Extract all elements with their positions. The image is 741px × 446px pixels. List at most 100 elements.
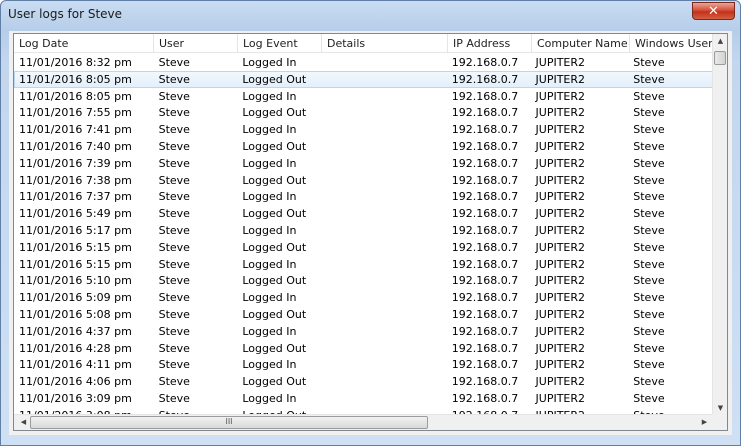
header-col-windows-username[interactable]: Windows Usernam (630, 34, 714, 53)
cell-log-event: Logged In (242, 324, 297, 338)
table-row[interactable]: 11/01/2016 5:08 pm Steve Logged Out 192.168… (14, 306, 714, 323)
cell-log-event: Logged Out (242, 274, 307, 288)
table-row[interactable]: 11/01/2016 4:37 pm Steve Logged In 192.168.… (14, 323, 714, 340)
table-row[interactable]: 11/01/2016 7:55 pm Steve Logged Out 192.168… (14, 104, 714, 121)
cell-details (322, 173, 448, 188)
table-row[interactable]: 11/01/2016 5:09 pm Steve Logged In 192.168.… (14, 289, 714, 306)
cell-user: Steve (158, 257, 190, 271)
cell-ip-address: 192.168.0.7 (451, 156, 519, 170)
table-row[interactable]: 11/01/2016 3:09 pm Steve Logged In 192.168.… (14, 390, 714, 407)
cell-log-date: 11/01/2016 7:41 pm (19, 123, 132, 137)
scroll-right-icon[interactable]: ▶ (697, 418, 712, 426)
table-row[interactable]: 11/01/2016 8:05 pm Steve Logged Out 192.168… (14, 70, 714, 88)
title-bar[interactable]: User logs for Steve ✕ (1, 1, 740, 27)
cell-details (322, 341, 448, 356)
cell-computer-name: JUPITER2 (535, 324, 586, 338)
vertical-scroll-thumb[interactable] (714, 51, 726, 65)
cell-user: Steve (158, 391, 190, 405)
cell-computer-name: JUPITER2 (535, 307, 586, 321)
cell-user: Steve (158, 324, 190, 338)
table-row[interactable]: 11/01/2016 7:41 pm Steve Logged In 192.168.… (14, 121, 714, 138)
header-col-ip-address[interactable]: IP Address (448, 34, 532, 53)
cell-details (322, 55, 448, 70)
cell-details (322, 273, 448, 288)
scroll-left-icon[interactable]: ◀ (16, 418, 31, 426)
cell-log-event: Logged Out (242, 139, 307, 153)
table-row[interactable]: 11/01/2016 5:49 pm Steve Logged Out 192.168… (14, 205, 714, 222)
cell-computer-name: JUPITER2 (535, 56, 586, 69)
cell-windows-username: Steve (633, 274, 665, 288)
cell-computer-name: JUPITER2 (535, 257, 586, 271)
cell-ip-address: 192.168.0.7 (451, 257, 519, 271)
header-col-computer-name[interactable]: Computer Name (532, 34, 630, 53)
header-col-details[interactable]: Details (322, 34, 448, 53)
cell-windows-username: Steve (633, 358, 665, 372)
table-row[interactable]: 11/01/2016 8:32 pm Steve Logged In 192.168.… (14, 54, 714, 71)
cell-log-date: 11/01/2016 5:10 pm (19, 274, 132, 288)
cell-log-date: 11/01/2016 7:39 pm (19, 156, 132, 170)
cell-log-event: Logged Out (242, 207, 307, 221)
cell-log-event: Logged Out (242, 106, 307, 120)
horizontal-scrollbar[interactable]: ◀ III ▶ (14, 414, 714, 430)
cell-log-date: 11/01/2016 5:15 pm (19, 240, 132, 254)
cell-user: Steve (158, 223, 190, 237)
cell-windows-username: Steve (633, 240, 665, 254)
vertical-scrollbar[interactable]: ▲ ▼ (712, 34, 727, 415)
cell-ip-address: 192.168.0.7 (451, 291, 519, 305)
cell-windows-username: Steve (633, 257, 665, 271)
cell-user: Steve (158, 156, 190, 170)
cell-windows-username: Steve (633, 123, 665, 137)
scroll-up-icon[interactable]: ▲ (713, 37, 727, 45)
cell-log-date: 11/01/2016 7:37 pm (19, 190, 132, 204)
table-row[interactable]: 11/01/2016 5:17 pm Steve Logged In 192.168.… (14, 222, 714, 239)
cell-log-date: 11/01/2016 5:49 pm (19, 207, 132, 221)
header-col-user[interactable]: User (154, 34, 238, 53)
cell-details (322, 156, 448, 171)
cell-user: Steve (158, 291, 190, 305)
cell-log-date: 11/01/2016 7:38 pm (19, 173, 132, 187)
cell-details (322, 240, 448, 255)
table-row[interactable]: 11/01/2016 5:10 pm Steve Logged Out 192.168… (14, 272, 714, 289)
cell-log-event: Logged In (242, 291, 297, 305)
scroll-down-icon[interactable]: ▼ (713, 404, 727, 412)
table-row[interactable]: 11/01/2016 5:15 pm Steve Logged Out 192.168… (14, 239, 714, 256)
cell-ip-address: 192.168.0.7 (451, 89, 519, 103)
header-col-log-date[interactable]: Log Date (14, 34, 154, 53)
cell-ip-address: 192.168.0.7 (451, 72, 519, 86)
close-button[interactable]: ✕ (692, 2, 735, 20)
cell-log-event: Logged In (242, 391, 297, 405)
user-logs-list[interactable]: Log Date User Log Event Details IP Address Co… (13, 33, 728, 431)
table-row[interactable]: 11/01/2016 4:11 pm Steve Logged In 192.168.… (14, 356, 714, 373)
cell-log-date: 11/01/2016 5:09 pm (19, 291, 132, 305)
cell-details (322, 357, 448, 372)
table-row[interactable]: 11/01/2016 4:28 pm Steve Logged Out 192.168… (14, 340, 714, 357)
cell-computer-name: JUPITER2 (535, 173, 586, 187)
cell-details (322, 257, 448, 272)
table-row[interactable]: 11/01/2016 8:05 pm Steve Logged In 192.168.… (14, 88, 714, 105)
cell-computer-name: JUPITER2 (535, 391, 586, 405)
cell-ip-address: 192.168.0.7 (451, 341, 519, 355)
header-col-log-event[interactable]: Log Event (238, 34, 322, 53)
table-row[interactable]: 11/01/2016 7:39 pm Steve Logged In 192.168.… (14, 155, 714, 172)
cell-details (322, 374, 448, 389)
cell-ip-address: 192.168.0.7 (451, 324, 519, 338)
cell-ip-address: 192.168.0.7 (451, 223, 519, 237)
table-row[interactable]: 11/01/2016 4:06 pm Steve Logged Out 192.168… (14, 373, 714, 390)
cell-windows-username: Steve (633, 139, 665, 153)
cell-user: Steve (158, 207, 190, 221)
table-row[interactable]: 11/01/2016 5:15 pm Steve Logged In 192.168.… (14, 256, 714, 273)
cell-details (322, 72, 448, 87)
table-row[interactable]: 11/01/2016 7:37 pm Steve Logged In 192.168.… (14, 188, 714, 205)
cell-user: Steve (158, 139, 190, 153)
cell-log-date: 11/01/2016 7:40 pm (19, 139, 132, 153)
cell-user: Steve (158, 341, 190, 355)
cell-computer-name: JUPITER2 (535, 106, 586, 120)
cell-windows-username: Steve (633, 56, 665, 69)
cell-computer-name: JUPITER2 (535, 139, 586, 153)
cell-computer-name: JUPITER2 (535, 89, 586, 103)
horizontal-scroll-thumb[interactable]: III (30, 416, 428, 429)
table-row[interactable]: 11/01/2016 7:40 pm Steve Logged Out 192.168… (14, 138, 714, 155)
cell-windows-username: Steve (633, 391, 665, 405)
table-row[interactable]: 11/01/2016 7:38 pm Steve Logged Out 192.168… (14, 172, 714, 189)
cell-windows-username: Steve (633, 291, 665, 305)
